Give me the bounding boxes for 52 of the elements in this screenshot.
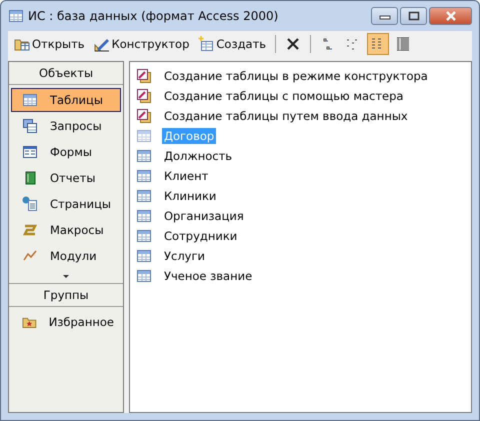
form-icon: [22, 144, 38, 160]
minimize-button[interactable]: [371, 7, 398, 25]
database-window-icon: [8, 8, 24, 24]
ruler-pencil-icon: [94, 36, 110, 52]
table-icon: [136, 188, 152, 204]
sidebar-item[interactable]: Отчеты: [11, 166, 121, 190]
list-view-button[interactable]: [367, 33, 390, 55]
details-view-icon: [395, 36, 412, 52]
open-button[interactable]: Открыть: [11, 33, 88, 55]
table-icon: [136, 248, 152, 264]
close-button[interactable]: [429, 7, 472, 25]
list-item[interactable]: Услуги: [162, 248, 208, 264]
list-item[interactable]: Ученое звание: [162, 268, 254, 284]
query-icon: [22, 118, 38, 134]
table-icon: [136, 208, 152, 224]
list-item[interactable]: Клиники: [162, 188, 218, 204]
wizard-icon: [136, 68, 152, 84]
scroll-down-arrow-icon: [62, 274, 70, 278]
table-icon: [136, 228, 152, 244]
window-title: ИС : база данных (формат Access 2000): [28, 9, 280, 23]
list-item[interactable]: Клиент: [162, 168, 210, 184]
section-header: Объекты: [9, 62, 123, 85]
maximize-button[interactable]: [400, 7, 427, 25]
section-header: Группы: [9, 284, 123, 307]
create-button[interactable]: Создать: [195, 33, 270, 55]
list-item[interactable]: Организация: [162, 208, 246, 224]
wizard-icon: [136, 108, 152, 124]
wizard-icon: [136, 88, 152, 104]
table-icon: [136, 128, 152, 144]
table-icon: [136, 168, 152, 184]
design-button[interactable]: Конструктор: [90, 33, 192, 55]
list-item[interactable]: Сотрудники: [162, 228, 240, 244]
maximize-icon: [408, 11, 420, 21]
close-icon: [444, 11, 456, 21]
list-item[interactable]: Создание таблицы путем ввода данных: [162, 108, 410, 124]
list-item[interactable]: Должность: [162, 148, 234, 164]
sidebar-item[interactable]: Модули: [11, 244, 121, 268]
sidebar-item[interactable]: Макросы: [11, 218, 121, 242]
macro-icon: [22, 222, 38, 238]
sidebar-item[interactable]: Формы: [11, 140, 121, 164]
sidebar-item[interactable]: Избранное: [11, 310, 121, 334]
table-icon: [22, 92, 38, 108]
page-icon: [22, 196, 38, 212]
table-icon: [136, 268, 152, 284]
table-icon: [136, 148, 152, 164]
sidebar-item[interactable]: Запросы: [11, 114, 121, 138]
sidebar-item[interactable]: Страницы: [11, 192, 121, 216]
list-item[interactable]: Создание таблицы в режиме конструктора: [162, 68, 430, 84]
new-table-icon: [198, 36, 214, 52]
sidebar-item[interactable]: Таблицы: [11, 88, 121, 112]
delete-icon: [285, 36, 302, 52]
list-item[interactable]: Создание таблицы с помощью мастера: [162, 88, 406, 104]
